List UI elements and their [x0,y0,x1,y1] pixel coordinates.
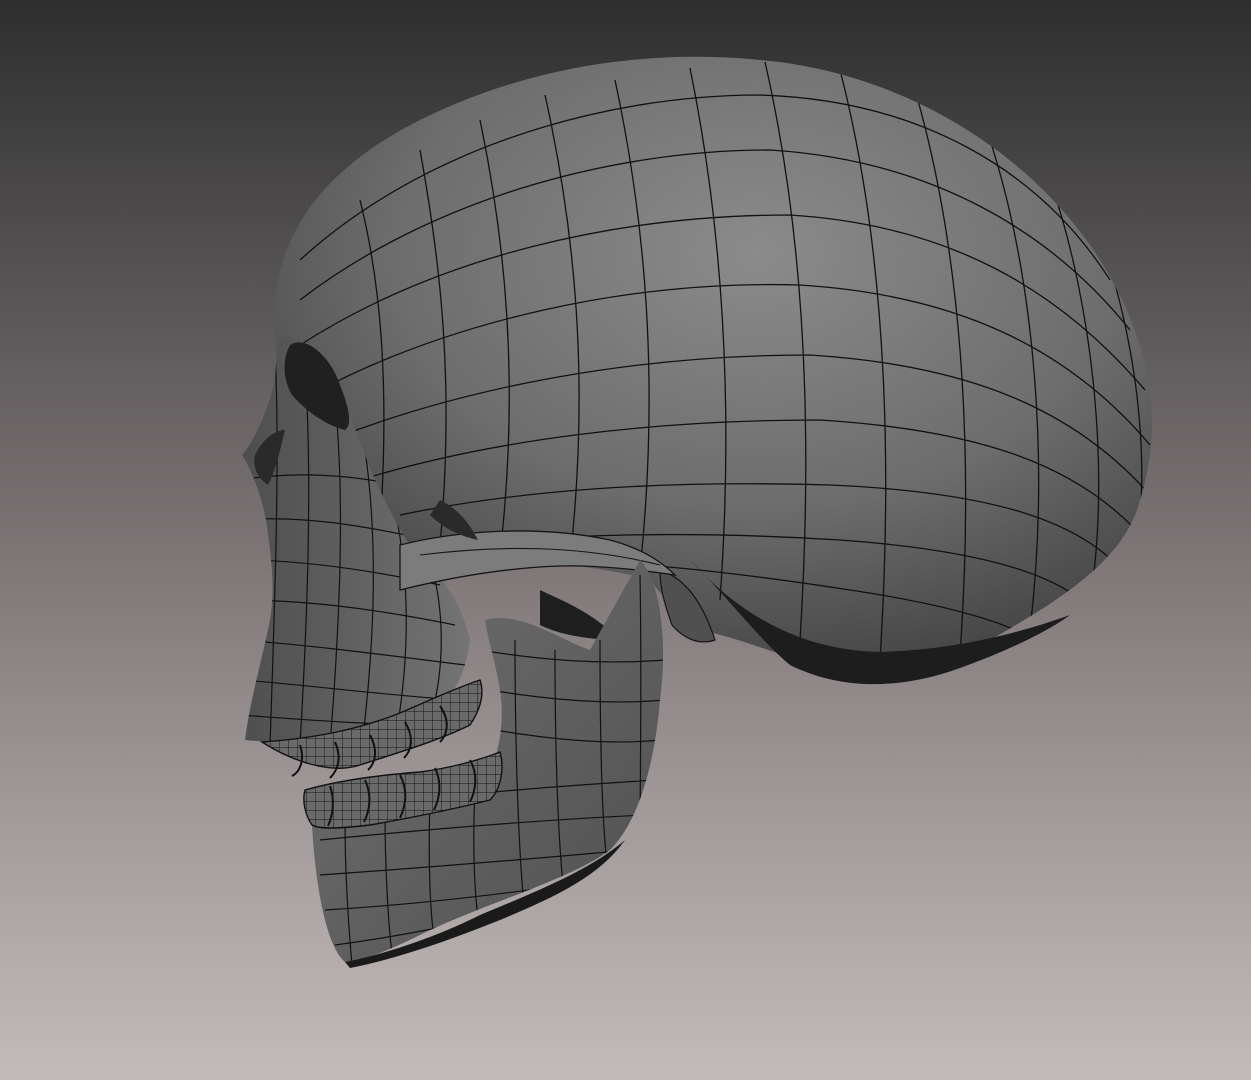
skull-model[interactable] [0,0,1251,1080]
3d-viewport[interactable] [0,0,1251,1080]
